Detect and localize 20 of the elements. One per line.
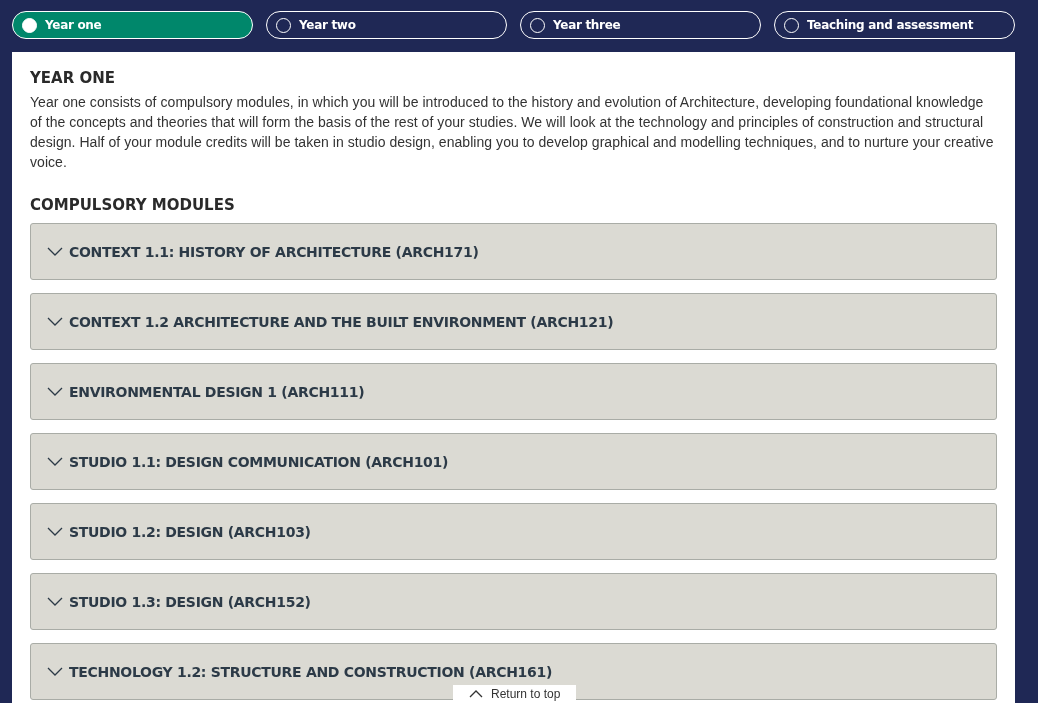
- chevron-down-icon: [47, 246, 63, 257]
- chevron-down-icon: [47, 596, 63, 607]
- section-description: Year one consists of compulsory modules, in which you will be introduced to the history and evolution of Architecture, developing foundational knowledge of the concepts and theories that will form the basis of the rest of your studies. We will look at the technology and principles of construction and structural design. Half of your module credits will be taken in studio design, enabling you to develop graphical and modelling techniques, and to nurture your creative voice.: [30, 93, 995, 172]
- chevron-down-icon: [47, 526, 63, 537]
- chevron-up-icon: [469, 690, 483, 698]
- module-accordion[interactable]: STUDIO 1.1: DESIGN COMMUNICATION (ARCH101): [30, 433, 997, 490]
- module-accordion[interactable]: CONTEXT 1.1: HISTORY OF ARCHITECTURE (ARCH171): [30, 223, 997, 280]
- module-accordion[interactable]: CONTEXT 1.2 ARCHITECTURE AND THE BUILT ENVIRONMENT (ARCH121): [30, 293, 997, 350]
- section-title: YEAR ONE: [30, 69, 117, 87]
- module-accordion[interactable]: ENVIRONMENTAL DESIGN 1 (ARCH111): [30, 363, 997, 420]
- return-to-top-link[interactable]: Return to top: [453, 685, 577, 703]
- modules-title: COMPULSORY MODULES: [30, 196, 236, 214]
- radio-filled-icon: [22, 17, 37, 33]
- chevron-down-icon: [47, 456, 63, 467]
- module-accordion[interactable]: STUDIO 1.2: DESIGN (ARCH103): [30, 503, 997, 560]
- chevron-down-icon: [47, 316, 63, 327]
- chevron-down-icon: [47, 666, 63, 677]
- module-accordion[interactable]: STUDIO 1.3: DESIGN (ARCH152): [30, 573, 997, 630]
- chevron-down-icon: [47, 386, 63, 397]
- year-tab[interactable]: Year one: [12, 11, 253, 39]
